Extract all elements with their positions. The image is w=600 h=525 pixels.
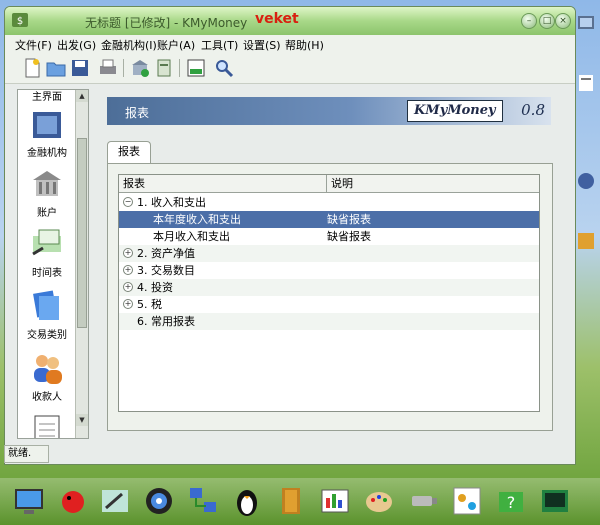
ledger-icon — [34, 415, 60, 438]
list-item[interactable]: + 2. 资产净值 — [119, 245, 539, 262]
usb-drive-icon[interactable] — [406, 484, 440, 518]
terminal-icon[interactable] — [538, 484, 572, 518]
desktop-icon[interactable] — [575, 12, 597, 34]
sidebar-item-home[interactable]: 主界面 — [18, 90, 76, 103]
toolbar-separator — [123, 59, 124, 77]
desktop-icon[interactable] — [575, 170, 597, 192]
scroll-thumb[interactable] — [77, 138, 87, 328]
tab-reports[interactable]: 报表 — [107, 141, 151, 164]
penguin-icon[interactable] — [230, 484, 264, 518]
desktop-icon[interactable] — [575, 72, 597, 94]
menu-institution[interactable]: 金融机构(I) — [101, 37, 157, 53]
sidebar-item-payees[interactable]: 收款人 — [18, 350, 76, 403]
institutions-icon — [33, 112, 61, 138]
menu-help[interactable]: 帮助(H) — [285, 37, 324, 53]
categories-icon — [33, 290, 59, 320]
sidebar-item-label: 主界面 — [32, 92, 62, 103]
paint-icon[interactable] — [98, 484, 132, 518]
file-manager-icon[interactable] — [274, 484, 308, 518]
reports-view: 报表 KMyMoney 0.8 报表 报表 说明 − 1. 收入和支出 本年度收… — [101, 89, 557, 437]
sidebar-item-categories[interactable]: 交易类别 — [18, 288, 76, 341]
close-button[interactable]: × — [555, 13, 571, 29]
view-banner: 报表 KMyMoney 0.8 — [107, 97, 551, 125]
title-bar[interactable]: $ 无标题 [已修改] - KMyMoney veket – □ × — [5, 7, 575, 35]
title-watermark: veket — [255, 11, 299, 27]
expand-icon[interactable]: + — [123, 299, 133, 309]
image-viewer-icon[interactable] — [318, 484, 352, 518]
status-bar: 就绪. — [4, 445, 49, 463]
game-icon[interactable] — [450, 484, 484, 518]
sidebar-item-institutions[interactable]: 金融机构 — [18, 106, 76, 159]
new-account-icon[interactable] — [153, 57, 175, 79]
reports-panel: 报表 说明 − 1. 收入和支出 本年度收入和支出 缺省报表 本月收入和支出 缺… — [107, 163, 553, 431]
view-sidebar: 主界面 金融机构 账户 时间表 交易类别 收款人 ▲ ▼ — [17, 89, 89, 439]
list-item[interactable]: − 1. 收入和支出 — [119, 194, 539, 211]
bug-icon[interactable] — [56, 484, 90, 518]
schedule-icon — [32, 229, 61, 256]
toolbar-separator — [179, 59, 180, 77]
menu-account[interactable]: 账户(A) — [157, 37, 195, 53]
puzzle-icon[interactable]: ? — [494, 484, 528, 518]
media-player-icon[interactable] — [142, 484, 176, 518]
version-label: 0.8 — [521, 101, 545, 119]
list-item[interactable]: + 3. 交易数目 — [119, 262, 539, 279]
desktop-icon[interactable] — [575, 230, 597, 252]
sidebar-item-accounts[interactable]: 账户 — [18, 166, 76, 219]
column-header-report[interactable]: 报表 — [119, 175, 327, 193]
menu-bar: 文件(F) 出发(G) 金融机构(I) 账户(A) 工具(T) 设置(S) 帮助… — [5, 35, 575, 53]
sidebar-scrollbar[interactable]: ▲ ▼ — [75, 90, 88, 438]
sidebar-item-label: 收款人 — [32, 392, 62, 403]
payees-icon — [34, 355, 62, 384]
kmymoney-window: $ 无标题 [已修改] - KMyMoney veket – □ × 文件(F)… — [4, 6, 576, 465]
sidebar-item-ledger[interactable] — [18, 412, 76, 438]
kmymoney-logo: KMyMoney — [407, 100, 503, 122]
find-transaction-icon[interactable] — [213, 57, 235, 79]
accounts-icon — [33, 171, 61, 196]
menu-go[interactable]: 出发(G) — [57, 37, 96, 53]
expand-icon[interactable]: + — [123, 265, 133, 275]
palette-icon[interactable] — [362, 484, 396, 518]
sidebar-item-label: 时间表 — [32, 268, 62, 279]
expand-icon[interactable]: + — [123, 248, 133, 258]
new-file-icon[interactable] — [21, 57, 43, 79]
list-item[interactable]: 6. 常用报表 — [119, 313, 539, 330]
collapse-icon[interactable]: − — [123, 197, 133, 207]
expand-icon[interactable]: + — [123, 282, 133, 292]
sidebar-item-label: 账户 — [37, 208, 57, 219]
list-item[interactable]: + 5. 税 — [119, 296, 539, 313]
scroll-down-button[interactable]: ▼ — [76, 414, 88, 426]
toolbar — [5, 53, 575, 84]
minimize-button[interactable]: – — [521, 13, 537, 29]
menu-tools[interactable]: 工具(T) — [201, 37, 238, 53]
monitor-icon[interactable] — [12, 484, 46, 518]
save-icon[interactable] — [69, 57, 91, 79]
print-icon[interactable] — [97, 57, 119, 79]
menu-file[interactable]: 文件(F) — [15, 37, 52, 53]
window-title: 无标题 [已修改] - KMyMoney — [85, 16, 248, 30]
banner-title: 报表 — [125, 106, 150, 120]
app-icon[interactable]: $ — [11, 11, 29, 29]
sidebar-item-schedule[interactable]: 时间表 — [18, 226, 76, 279]
sidebar-item-label: 金融机构 — [27, 148, 67, 159]
sidebar-item-label: 交易类别 — [27, 330, 67, 341]
column-header-description[interactable]: 说明 — [327, 175, 539, 193]
open-folder-icon[interactable] — [45, 57, 67, 79]
svg-text:?: ? — [507, 493, 516, 512]
svg-text:$: $ — [17, 16, 23, 27]
network-icon[interactable] — [186, 484, 220, 518]
list-item[interactable]: 本月收入和支出 缺省报表 — [119, 228, 539, 245]
export-icon[interactable] — [185, 57, 207, 79]
list-item[interactable]: + 4. 投资 — [119, 279, 539, 296]
list-item[interactable]: 本年度收入和支出 缺省报表 — [119, 211, 539, 228]
menu-settings[interactable]: 设置(S) — [243, 37, 281, 53]
scroll-up-button[interactable]: ▲ — [76, 90, 88, 102]
report-list: 报表 说明 − 1. 收入和支出 本年度收入和支出 缺省报表 本月收入和支出 缺… — [118, 174, 540, 412]
new-institution-icon[interactable] — [129, 57, 151, 79]
dock: ? — [0, 478, 600, 525]
maximize-button[interactable]: □ — [539, 13, 555, 29]
